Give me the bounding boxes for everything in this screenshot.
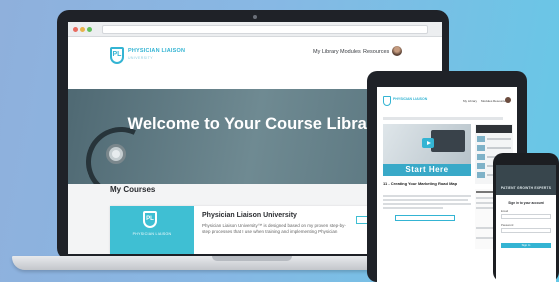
course-title[interactable]: Physician Liaison University	[202, 212, 297, 219]
course-description: Physician Liaison University™ is designe…	[202, 223, 346, 234]
phone-hero: PATIENT GROWTH EXPERTS	[496, 165, 556, 195]
nav-resources[interactable]: Resources	[363, 49, 389, 55]
signin-title: Sign in to your account	[508, 201, 544, 205]
tablet-nav-my-library[interactable]: My Library	[463, 99, 477, 103]
tablet-logo-icon[interactable]	[383, 96, 391, 106]
maximize-window-icon[interactable]	[87, 27, 92, 32]
section-title: My Courses	[110, 185, 156, 194]
address-bar[interactable]	[102, 25, 428, 34]
laptop-camera	[253, 15, 257, 19]
lesson-thumb[interactable]	[477, 136, 485, 142]
course-card-image[interactable]: PL PHYSICIAN LIAISON	[110, 206, 194, 254]
lesson-thumb[interactable]	[477, 163, 485, 169]
tablet-avatar[interactable]	[505, 97, 511, 103]
course-card[interactable]: PL PHYSICIAN LIAISON Physician Liaison U…	[110, 206, 368, 254]
email-label: Email	[501, 209, 508, 213]
avatar[interactable]	[392, 46, 402, 56]
play-icon[interactable]	[422, 138, 434, 148]
course-logo-icon: PL	[143, 211, 157, 228]
lesson-button[interactable]	[395, 215, 455, 221]
lesson-thumb[interactable]	[477, 172, 485, 178]
stethoscope-diaphragm-graphic	[112, 150, 120, 158]
tablet-header: PHYSICIAN LIAISON My Library Modules Res…	[377, 87, 517, 115]
lesson-text-line	[383, 207, 443, 209]
phone-screen: PATIENT GROWTH EXPERTS Sign in to your a…	[496, 165, 556, 282]
close-window-icon[interactable]	[73, 27, 78, 32]
lesson-label[interactable]	[487, 138, 511, 140]
minimize-window-icon[interactable]	[80, 27, 85, 32]
signin-button[interactable]: Sign In	[501, 243, 551, 248]
logo-subtext: UNIVERSITY	[128, 56, 154, 60]
phone-brand: PATIENT GROWTH EXPERTS	[500, 186, 552, 190]
tablet-nav-modules[interactable]: Modules	[481, 99, 492, 103]
lesson-text-line	[383, 203, 471, 205]
video-player[interactable]	[383, 124, 471, 164]
nav-modules[interactable]: Modules	[340, 49, 361, 55]
logo-shield-icon[interactable]: PL	[110, 47, 124, 64]
tablet-logo-text[interactable]: PHYSICIAN LIAISON	[393, 97, 427, 101]
lesson-sidebar-header	[476, 125, 512, 133]
lesson-text-line	[383, 195, 471, 197]
logo-initials: PL	[112, 51, 122, 58]
nav-my-library[interactable]: My Library	[313, 49, 339, 55]
start-here-banner: Start Here	[383, 164, 471, 176]
logo-text[interactable]: PHYSICIAN LIAISON	[128, 48, 185, 54]
password-label: Password	[501, 223, 514, 227]
tablet-breadcrumb	[383, 117, 503, 120]
lesson-thumb[interactable]	[477, 154, 485, 160]
course-logo-text: PHYSICIAN LIAISON	[132, 232, 172, 236]
laptop-notch	[212, 256, 292, 261]
browser-toolbar	[68, 22, 442, 37]
lesson-title: 11 - Creating Your Marketing Road Map	[383, 181, 458, 186]
lesson-label[interactable]	[487, 147, 511, 149]
email-field[interactable]	[501, 214, 551, 219]
lesson-text-line	[383, 199, 468, 201]
password-field[interactable]	[501, 228, 551, 233]
lesson-thumb[interactable]	[477, 145, 485, 151]
video-thumbnail-laptop	[431, 130, 465, 152]
